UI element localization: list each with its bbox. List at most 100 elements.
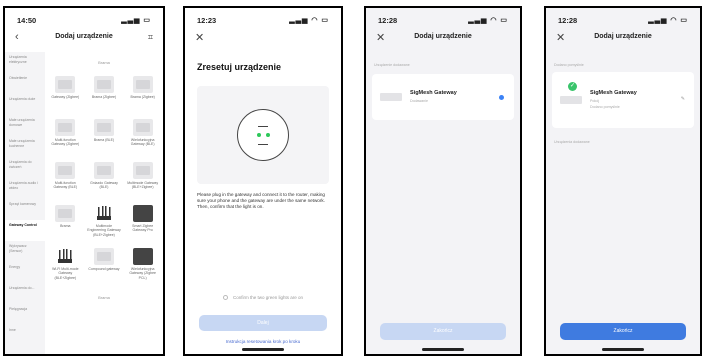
device-label: Brama bbox=[60, 224, 71, 228]
grid-header: Brama bbox=[98, 60, 110, 65]
header: ✕ bbox=[185, 30, 341, 48]
phone-screen-add-device: 14:50 ▂▃▅ ▭ ‹ Dodaj urządzenie ⌗ Urządze… bbox=[3, 6, 165, 356]
device-thumb-icon bbox=[55, 162, 76, 179]
device-tile[interactable]: Wielofunkcyjna Gateway (BLE) bbox=[124, 117, 161, 158]
device-room: Pokój bbox=[590, 99, 599, 103]
device-tile[interactable]: Multi-function Gateway (BLE) bbox=[47, 160, 84, 201]
status-bar: 14:50 ▂▃▅ ▭ bbox=[5, 16, 163, 26]
finish-button[interactable]: Zakończ bbox=[560, 323, 686, 340]
category-item[interactable]: Gateway Control bbox=[5, 220, 45, 241]
header: ✕ Dodaj urządzenie bbox=[366, 30, 520, 48]
device-card[interactable]: SigMesh Gateway Dodawanie bbox=[372, 74, 514, 120]
device-status: Dodano pomyślnie bbox=[590, 105, 620, 109]
confirm-lights-radio[interactable]: Confirm the two green lights are on bbox=[185, 295, 341, 301]
device-thumb-icon bbox=[55, 119, 76, 136]
device-tile[interactable]: Compound gateway bbox=[86, 246, 123, 287]
wifi-icon: ◠ bbox=[670, 17, 678, 24]
status-bar: 12:23 ▂▃▅ ◠ ▭ bbox=[185, 16, 341, 26]
device-tile[interactable]: Smart Zigbee Gateway Pro bbox=[124, 203, 161, 244]
device-tile[interactable]: Gniazdo Gateway (BLE) bbox=[86, 160, 123, 201]
device-status: Dodawanie bbox=[410, 99, 428, 103]
category-item[interactable]: Małe urządzenia kuchenne bbox=[5, 136, 45, 157]
section-label: Urządzenie dodawane bbox=[374, 63, 410, 67]
device-name: SigMesh Gateway bbox=[590, 90, 637, 96]
edit-icon[interactable]: ✎ bbox=[681, 96, 685, 102]
category-item[interactable]: Urządzenia do... bbox=[5, 283, 45, 304]
device-thumb-icon bbox=[55, 76, 76, 93]
category-item[interactable]: Małe urządzenia domowe bbox=[5, 115, 45, 136]
gateway-device-image bbox=[237, 109, 289, 161]
category-item[interactable]: Pielęgnacja bbox=[5, 304, 45, 325]
category-item[interactable]: Energy bbox=[5, 262, 45, 283]
check-icon: ✓ bbox=[568, 82, 577, 91]
status-bar: 12:28 ▂▃▅ ◠ ▭ bbox=[546, 16, 700, 26]
signal-icon: ▂▃▅ bbox=[121, 17, 141, 24]
gateway-line-top bbox=[258, 126, 268, 128]
device-tile[interactable]: Brama bbox=[47, 203, 84, 244]
home-indicator bbox=[242, 348, 284, 351]
device-tile[interactable]: Multi-function Gateway (Zigbee) bbox=[47, 117, 84, 158]
confirm-lights-label: Confirm the two green lights are on bbox=[232, 295, 304, 300]
grid-footer: Brama bbox=[98, 295, 110, 300]
category-item[interactable]: Urządzenia elektryczne bbox=[5, 52, 45, 73]
device-tile[interactable]: Multimode Engineering Gateway (BLE+Zigbe… bbox=[86, 203, 123, 244]
device-thumb-icon bbox=[132, 119, 153, 136]
category-item[interactable]: Urządzenia do ćwiczeń bbox=[5, 157, 45, 178]
finish-button[interactable]: Zakończ bbox=[380, 323, 506, 340]
status-time: 14:50 bbox=[17, 16, 37, 25]
device-tile[interactable]: Multimode Gateway (BLE+Zigbee) bbox=[124, 160, 161, 201]
device-tile[interactable]: Brama (Zigbee) bbox=[86, 74, 123, 115]
device-label: Multimode Gateway (BLE+Zigbee) bbox=[127, 181, 159, 190]
device-grid-area: Brama Gateway (Zigbee) Brama (Zigbee) Bram… bbox=[47, 52, 161, 354]
home-indicator bbox=[602, 348, 644, 351]
device-label: Wielofunkcyjna Gateway (Zigbee PCL) bbox=[129, 267, 156, 280]
device-tile[interactable]: Gateway (Zigbee) bbox=[47, 74, 84, 115]
wifi-icon: ◠ bbox=[311, 17, 319, 24]
device-label: Gniazdo Gateway (BLE) bbox=[90, 181, 118, 190]
gateway-illustration bbox=[197, 86, 329, 184]
device-thumb-icon bbox=[132, 76, 153, 93]
device-label: Multi-function Gateway (Zigbee) bbox=[51, 138, 80, 147]
device-label: Brama (Zigbee) bbox=[130, 95, 155, 99]
reset-guide-link[interactable]: Instrukcja resetowania krok po kroku bbox=[185, 339, 341, 344]
header: ‹ Dodaj urządzenie ⌗ bbox=[5, 30, 163, 48]
device-label: Wi-Fi Multi-mode Gateway (BLE+Zigbee) bbox=[52, 267, 79, 280]
category-item[interactable]: Urządzenia duże bbox=[5, 94, 45, 115]
section-label-added: Dodano pomyślnie bbox=[554, 63, 584, 67]
section-label-adding: Urządzenia dodawane bbox=[554, 140, 590, 144]
device-tile[interactable]: Wielofunkcyjna Gateway (Zigbee PCL) bbox=[124, 246, 161, 287]
category-item[interactable]: Oświetlenie bbox=[5, 73, 45, 94]
device-tile[interactable]: Brama (Zigbee) bbox=[124, 74, 161, 115]
device-grid: Gateway (Zigbee) Brama (Zigbee) Brama (Zig… bbox=[47, 74, 161, 287]
close-icon[interactable]: ✕ bbox=[195, 31, 204, 44]
category-item[interactable]: Wykrywacz (Sensor) bbox=[5, 241, 45, 262]
device-name: SigMesh Gateway bbox=[410, 90, 457, 96]
category-item[interactable]: Sprzęt kamerowy bbox=[5, 199, 45, 220]
home-indicator bbox=[422, 348, 464, 351]
device-tile[interactable]: Wi-Fi Multi-mode Gateway (BLE+Zigbee) bbox=[47, 246, 84, 287]
page-title: Zresetuj urządzenie bbox=[197, 62, 282, 72]
device-label: Compound gateway bbox=[88, 267, 120, 271]
device-label: Multimode Engineering Gateway (BLE+Zigbe… bbox=[87, 224, 121, 237]
status-time: 12:23 bbox=[197, 16, 217, 25]
device-card[interactable]: ✓ SigMesh Gateway Pokój Dodano pomyślnie… bbox=[552, 72, 694, 128]
category-item[interactable]: Inne bbox=[5, 325, 45, 346]
signal-icon: ▂▃▅ bbox=[289, 17, 309, 24]
device-thumb-icon bbox=[93, 119, 114, 136]
device-thumb-icon bbox=[132, 162, 153, 179]
battery-icon: ▭ bbox=[680, 17, 688, 24]
device-thumb-icon bbox=[55, 248, 75, 265]
device-label: Gateway (Zigbee) bbox=[51, 95, 80, 99]
category-item[interactable]: Urządzenia audio i wideo bbox=[5, 178, 45, 199]
status-icons: ▂▃▅ ◠ ▭ bbox=[648, 16, 688, 24]
radio-icon[interactable] bbox=[222, 295, 228, 301]
scan-icon[interactable]: ⌗ bbox=[148, 32, 153, 43]
device-tile[interactable]: Brama (BLE) bbox=[86, 117, 123, 158]
status-icons: ▂▃▅ ◠ ▭ bbox=[468, 16, 508, 24]
gateway-thumb-icon bbox=[380, 93, 402, 101]
loading-indicator-icon bbox=[499, 95, 504, 100]
device-thumb-icon bbox=[132, 248, 153, 265]
gateway-line-bottom bbox=[258, 144, 268, 146]
next-button[interactable]: Dalej bbox=[199, 315, 327, 331]
device-label: Smart Zigbee Gateway Pro bbox=[132, 224, 154, 233]
